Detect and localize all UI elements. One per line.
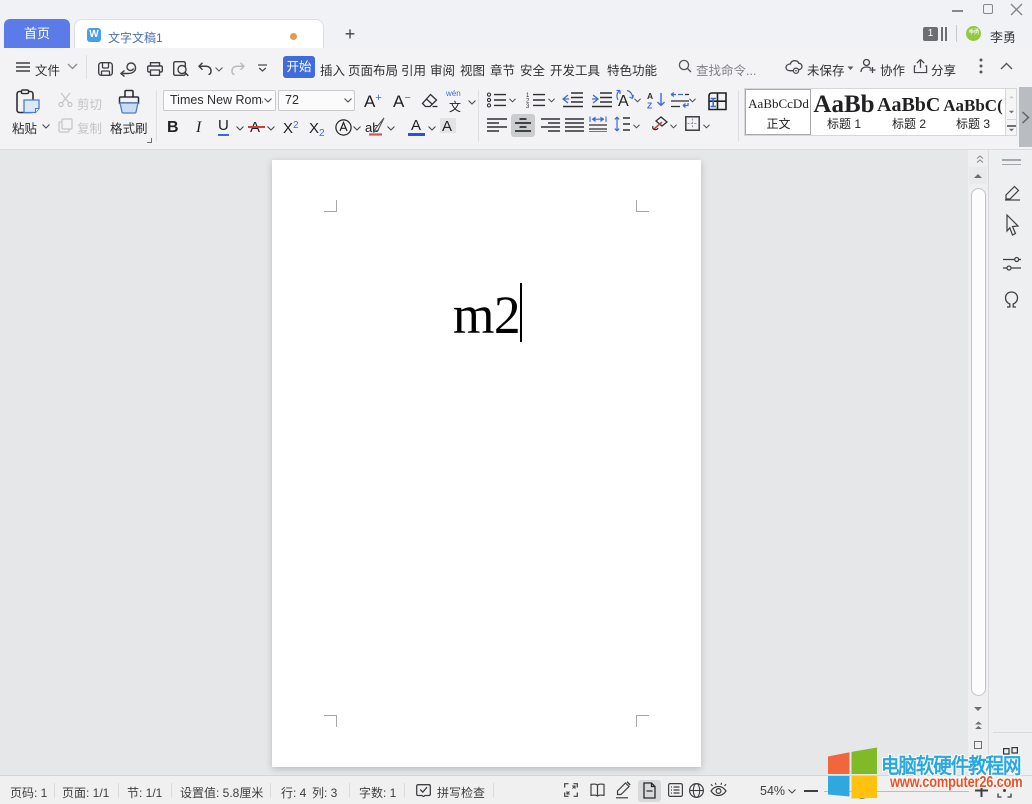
- svg-text:3: 3: [526, 104, 530, 108]
- svg-text:Z: Z: [647, 101, 652, 110]
- svg-text:A: A: [647, 91, 653, 101]
